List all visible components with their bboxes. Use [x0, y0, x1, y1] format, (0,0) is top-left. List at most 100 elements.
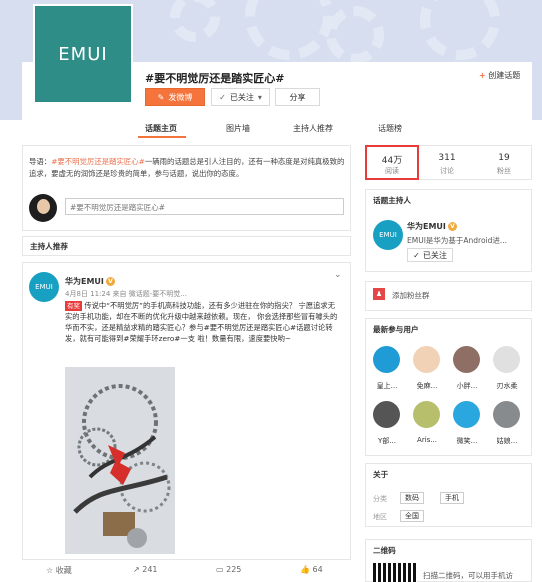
intro-label: 导语： — [29, 157, 52, 166]
post-body-1: 传说中“不明觉厉”的手机高科技功能，还有多少进驻在你的指尖？ — [84, 301, 297, 310]
category-tag[interactable]: 数码 — [400, 492, 424, 504]
active-tab-indicator — [138, 136, 186, 138]
chevron-down-icon[interactable]: ⌄ — [334, 270, 342, 280]
region-label: 地区 — [373, 513, 387, 521]
qrcode-title: 二维码 — [373, 546, 396, 555]
like-button[interactable]: 👍 64 — [300, 565, 323, 574]
verified-icon: V — [447, 222, 457, 231]
verified-icon: V — [105, 277, 115, 286]
reward-badge: 有奖 — [65, 301, 82, 311]
page: EMUI #要不明觉厉还是踏实匠心# + 创建话题 ✎ 发微博 ✓ 已关注 ▾ … — [0, 0, 542, 582]
host-avatar-text: EMUI — [379, 231, 397, 239]
logo-text: EMUI — [58, 43, 108, 65]
reading-label: 阅读 — [385, 167, 399, 175]
recent-user-name[interactable]: 刃水柔 — [490, 381, 524, 391]
like-count: 64 — [312, 565, 323, 574]
category-tag[interactable]: 手机 — [440, 492, 464, 504]
host-follow-button[interactable]: ✓ 已关注 — [407, 248, 453, 262]
recent-user-avatar[interactable] — [493, 401, 520, 428]
intro-topic-link[interactable]: #要不明觉厉还是踏实匠心# — [51, 157, 145, 166]
gear-decoration — [245, 0, 333, 60]
gear-decoration — [326, 6, 384, 64]
host-name-label: 华为EMUI — [407, 222, 446, 231]
discussion-count: 311 — [438, 153, 456, 163]
share-button[interactable]: 分享 — [275, 88, 320, 106]
category-label: 分类 — [373, 495, 387, 503]
favorite-button[interactable]: ☆ 收藏 — [46, 565, 72, 576]
host-name[interactable]: 华为EMUI V — [407, 221, 457, 232]
post-author-name[interactable]: 华为EMUI V — [65, 276, 115, 287]
reading-count: 44万 — [381, 156, 403, 166]
repost-icon: ↗ — [133, 565, 140, 574]
discussion-label: 讨论 — [440, 167, 454, 175]
create-topic-label: 创建话题 — [488, 71, 521, 80]
avatar-face — [37, 199, 50, 214]
recent-user-avatar[interactable] — [373, 401, 400, 428]
gear-decoration — [170, 0, 220, 42]
tab-home[interactable]: 话题主页 — [145, 123, 177, 134]
comment-count: 225 — [226, 565, 242, 574]
recent-user-name[interactable]: 姑娘... — [490, 436, 524, 446]
qrcode-text: 扫描二维码，可以用手机访 — [423, 571, 513, 580]
topic-host-title: 话题主持人 — [373, 196, 411, 205]
host-recommend-title: 主持人推荐 — [30, 242, 68, 251]
post-content: 有奖 传说中“不明觉厉”的手机高科技功能，还有多少进驻在你的指尖？ 宁愿追求无实… — [65, 300, 341, 344]
create-topic-link[interactable]: + 创建话题 — [479, 70, 520, 81]
tab-photo-wall[interactable]: 图片墙 — [226, 123, 250, 134]
recent-user-name[interactable]: Y部... — [370, 436, 404, 446]
topic-title: #要不明觉厉还是踏实匠心# — [145, 72, 285, 85]
repost-button[interactable]: ↗ 241 — [133, 565, 158, 574]
fans-label: 粉丝 — [497, 167, 511, 175]
post-weibo-label: 发微博 — [168, 92, 193, 102]
qrcode-image — [373, 563, 417, 582]
post-meta: 4月8日 11:24 来自 微话题-要不明觉... — [65, 290, 187, 298]
post-weibo-button[interactable]: ✎ 发微博 — [145, 88, 205, 106]
recent-user-name[interactable]: Aris... — [410, 436, 444, 444]
favorite-label: 收藏 — [55, 566, 72, 575]
recent-user-avatar[interactable] — [373, 346, 400, 373]
check-icon: ✓ — [219, 92, 226, 102]
host-recommend-bar — [22, 236, 351, 256]
recent-user-name[interactable]: 小胖... — [450, 381, 484, 391]
recent-user-avatar[interactable] — [413, 346, 440, 373]
watch-mechanism-icon — [65, 367, 175, 554]
host-avatar[interactable]: EMUI — [373, 220, 403, 250]
recent-user-name[interactable]: 微笑... — [450, 436, 484, 446]
fans-count: 19 — [498, 153, 510, 163]
post-image[interactable] — [65, 367, 175, 554]
fans-service-panel — [365, 281, 532, 311]
recent-user-name[interactable]: 皇上... — [370, 381, 404, 391]
following-button[interactable]: ✓ 已关注 ▾ — [211, 88, 270, 106]
current-user-avatar[interactable] — [29, 194, 57, 222]
recent-user-avatar[interactable] — [453, 346, 480, 373]
recent-user-avatar[interactable] — [413, 401, 440, 428]
following-label: 已关注 — [229, 92, 254, 102]
post-author-label: 华为EMUI — [65, 277, 104, 286]
post-author-avatar[interactable]: EMUI — [29, 272, 59, 302]
gear-decoration — [420, 0, 500, 60]
topic-compose-input[interactable]: #要不明觉厉还是踏实匠心# — [65, 198, 344, 215]
tab-topic-ranking[interactable]: 话题榜 — [378, 123, 402, 134]
repost-count: 241 — [142, 565, 158, 574]
fans-service-link[interactable]: 添加粉丝群 — [392, 290, 430, 301]
fans-group-icon: ♟ — [373, 288, 385, 300]
thumbs-up-icon: 👍 — [300, 565, 310, 574]
post-body-4: 啦！数量有限，速度要快哟~ — [197, 334, 292, 343]
post-author-avatar-text: EMUI — [35, 283, 53, 291]
share-label: 分享 — [289, 92, 306, 102]
chevron-down-icon: ▾ — [257, 92, 262, 102]
comment-icon: ▭ — [216, 565, 224, 574]
host-follow-label: 已关注 — [422, 250, 447, 260]
plus-icon: + — [479, 71, 486, 80]
recent-users-title: 最新参与用户 — [373, 325, 419, 334]
topic-tabs — [22, 120, 532, 140]
edit-icon: ✎ — [157, 92, 165, 102]
recent-user-avatar[interactable] — [453, 401, 480, 428]
tab-host-recommend[interactable]: 主持人推荐 — [293, 123, 333, 134]
host-description: EMUI是华为基于Android进... — [407, 236, 508, 245]
region-tag[interactable]: 全国 — [400, 510, 424, 522]
comment-button[interactable]: ▭ 225 — [216, 565, 241, 574]
about-title: 关于 — [373, 470, 389, 479]
recent-user-avatar[interactable] — [493, 346, 520, 373]
recent-user-name[interactable]: 免麻... — [410, 381, 444, 391]
